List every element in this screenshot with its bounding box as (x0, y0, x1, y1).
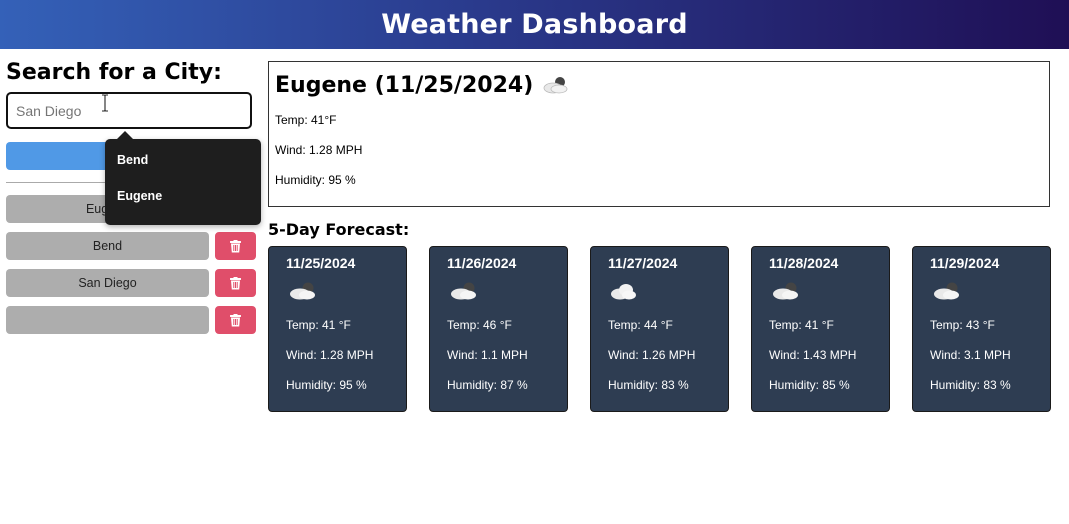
page-title: Weather Dashboard (381, 9, 688, 40)
current-humidity: Humidity: 95 % (275, 173, 356, 187)
forecast-wind: Wind: 1.1 MPH (447, 348, 528, 362)
forecast-card: 11/27/2024 Temp: 44 °F Wind: 1.26 MPH Hu… (590, 246, 729, 412)
forecast-card: 11/26/2024 Temp: 46 °F Wind: 1.1 MPH Hum… (429, 246, 568, 412)
partly-cloudy-icon (290, 282, 315, 300)
forecast-humidity: Humidity: 83 % (930, 378, 1011, 392)
search-heading: Search for a City: (6, 60, 222, 85)
history-row (6, 306, 256, 334)
text-cursor-icon (102, 94, 108, 112)
current-wind: Wind: 1.28 MPH (275, 143, 363, 157)
forecast-cards: 11/25/2024 Temp: 41 °F Wind: 1.28 MPH Hu… (268, 246, 1051, 412)
city-search-input[interactable] (6, 92, 252, 129)
forecast-date: 11/28/2024 (769, 255, 839, 271)
trash-icon (230, 239, 241, 252)
forecast-wind: Wind: 1.26 MPH (608, 348, 696, 362)
autocomplete-dropdown: Bend Eugene (105, 131, 261, 225)
suggestion-item[interactable]: Bend (105, 150, 261, 186)
forecast-date: 11/25/2024 (286, 255, 356, 271)
cloud-sun-icon (543, 77, 568, 94)
current-weather-panel: Eugene (11/25/2024) Temp: 41°F Wind: 1.2… (268, 61, 1050, 207)
forecast-humidity: Humidity: 95 % (286, 378, 367, 392)
current-temp: Temp: 41°F (275, 113, 337, 127)
forecast-temp: Temp: 44 °F (608, 318, 673, 332)
forecast-temp: Temp: 46 °F (447, 318, 512, 332)
history-city-button[interactable]: San Diego (6, 269, 209, 297)
forecast-temp: Temp: 41 °F (286, 318, 351, 332)
forecast-card: 11/25/2024 Temp: 41 °F Wind: 1.28 MPH Hu… (268, 246, 407, 412)
forecast-temp: Temp: 43 °F (930, 318, 995, 332)
forecast-date: 11/27/2024 (608, 255, 678, 271)
delete-button[interactable] (215, 232, 256, 260)
history-row: Bend (6, 232, 256, 260)
suggestion-item[interactable]: Eugene (105, 186, 261, 222)
forecast-heading: 5-Day Forecast: (268, 220, 410, 239)
delete-button[interactable] (215, 306, 256, 334)
trash-icon (230, 313, 241, 326)
forecast-date: 11/26/2024 (447, 255, 517, 271)
forecast-wind: Wind: 1.43 MPH (769, 348, 857, 362)
partly-cloudy-icon (451, 282, 476, 300)
current-city-date: Eugene (11/25/2024) (275, 72, 534, 98)
cloud-icon (611, 284, 636, 300)
forecast-card: 11/28/2024 Temp: 41 °F Wind: 1.43 MPH Hu… (751, 246, 890, 412)
partly-cloudy-icon (773, 282, 798, 300)
trash-icon (230, 276, 241, 289)
forecast-humidity: Humidity: 83 % (608, 378, 689, 392)
history-city-button[interactable] (6, 306, 209, 334)
delete-button[interactable] (215, 269, 256, 297)
current-weather-title: Eugene (11/25/2024) (275, 70, 1043, 100)
forecast-temp: Temp: 41 °F (769, 318, 834, 332)
forecast-wind: Wind: 3.1 MPH (930, 348, 1011, 362)
forecast-card: 11/29/2024 Temp: 43 °F Wind: 3.1 MPH Hum… (912, 246, 1051, 412)
app-header: Weather Dashboard (0, 0, 1069, 49)
history-row: San Diego (6, 269, 256, 297)
forecast-wind: Wind: 1.28 MPH (286, 348, 374, 362)
partly-cloudy-icon (934, 282, 959, 300)
history-city-button[interactable]: Bend (6, 232, 209, 260)
forecast-humidity: Humidity: 85 % (769, 378, 850, 392)
forecast-date: 11/29/2024 (930, 255, 1000, 271)
forecast-humidity: Humidity: 87 % (447, 378, 528, 392)
